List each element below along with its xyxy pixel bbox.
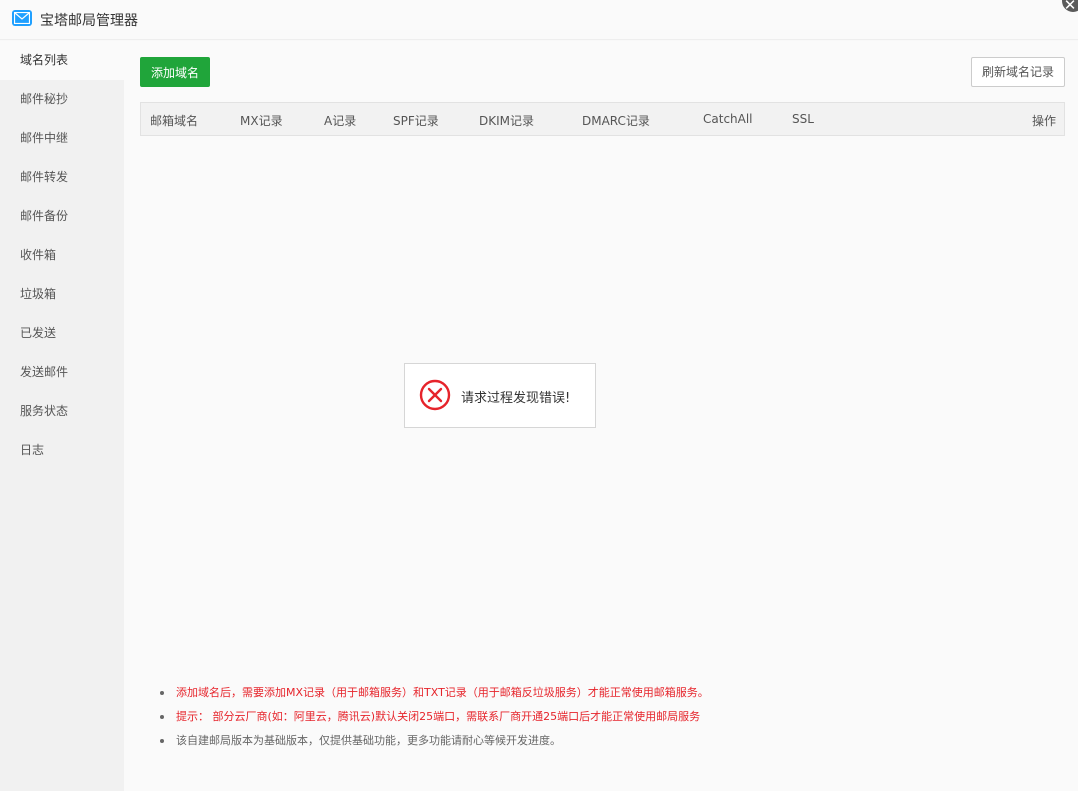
tip-item: 该自建邮局版本为基础版本，仅提供基础功能，更多功能请耐心等候开发进度。 xyxy=(160,729,1060,753)
close-glyph: ✕ xyxy=(1063,0,1077,14)
sidebar-item-spam[interactable]: 垃圾箱 xyxy=(0,275,124,314)
error-toast: 请求过程发现错误! xyxy=(404,363,596,428)
column-header-dkim[interactable]: DKIM记录 xyxy=(479,112,534,129)
column-header-dmarc[interactable]: DMARC记录 xyxy=(582,112,650,129)
column-header-domain[interactable]: 邮箱域名 xyxy=(150,112,198,129)
error-message: 请求过程发现错误! xyxy=(461,391,571,406)
tip-item: 提示： 部分云厂商(如：阿里云，腾讯云)默认关闭25端口，需联系厂商开通25端口… xyxy=(160,705,1060,729)
refresh-domain-records-button[interactable]: 刷新域名记录 xyxy=(971,57,1065,87)
domain-table-header: 邮箱域名 MX记录 A记录 SPF记录 DKIM记录 DMARC记录 Catch… xyxy=(140,102,1065,136)
sidebar-item-service-status[interactable]: 服务状态 xyxy=(0,392,124,431)
title-bar: 宝塔邮局管理器 xyxy=(0,0,1078,40)
add-domain-button[interactable]: 添加域名 xyxy=(140,57,210,87)
column-header-mx[interactable]: MX记录 xyxy=(240,112,283,129)
sidebar-item-inbox[interactable]: 收件箱 xyxy=(0,236,124,275)
column-header-a[interactable]: A记录 xyxy=(324,112,356,129)
sidebar-item-domain-list[interactable]: 域名列表 xyxy=(0,41,124,80)
column-header-catchall[interactable]: CatchAll xyxy=(703,112,753,126)
sidebar-item-logs[interactable]: 日志 xyxy=(0,431,124,470)
close-icon[interactable]: ✕ xyxy=(1062,0,1078,14)
sidebar-item-sent[interactable]: 已发送 xyxy=(0,314,124,353)
sidebar-item-bcc[interactable]: 邮件秘抄 xyxy=(0,80,124,119)
sidebar-item-relay[interactable]: 邮件中继 xyxy=(0,119,124,158)
sidebar-item-send-mail[interactable]: 发送邮件 xyxy=(0,353,124,392)
tip-item: 添加域名后，需要添加MX记录（用于邮箱服务）和TXT记录（用于邮箱反垃圾服务）才… xyxy=(160,681,1060,705)
column-header-ssl[interactable]: SSL xyxy=(792,112,814,126)
window-title: 宝塔邮局管理器 xyxy=(40,13,138,29)
sidebar-item-forward[interactable]: 邮件转发 xyxy=(0,158,124,197)
error-circle-icon xyxy=(419,379,451,411)
tips-list: 添加域名后，需要添加MX记录（用于邮箱服务）和TXT记录（用于邮箱反垃圾服务）才… xyxy=(160,681,1060,753)
main-panel: 添加域名 刷新域名记录 邮箱域名 MX记录 A记录 SPF记录 DKIM记录 D… xyxy=(124,41,1078,791)
sidebar: 域名列表 邮件秘抄 邮件中继 邮件转发 邮件备份 收件箱 垃圾箱 已发送 发送邮… xyxy=(0,41,124,791)
mail-icon xyxy=(12,10,32,26)
sidebar-item-backup[interactable]: 邮件备份 xyxy=(0,197,124,236)
column-header-actions: 操作 xyxy=(1031,114,1056,128)
column-header-spf[interactable]: SPF记录 xyxy=(393,112,439,129)
